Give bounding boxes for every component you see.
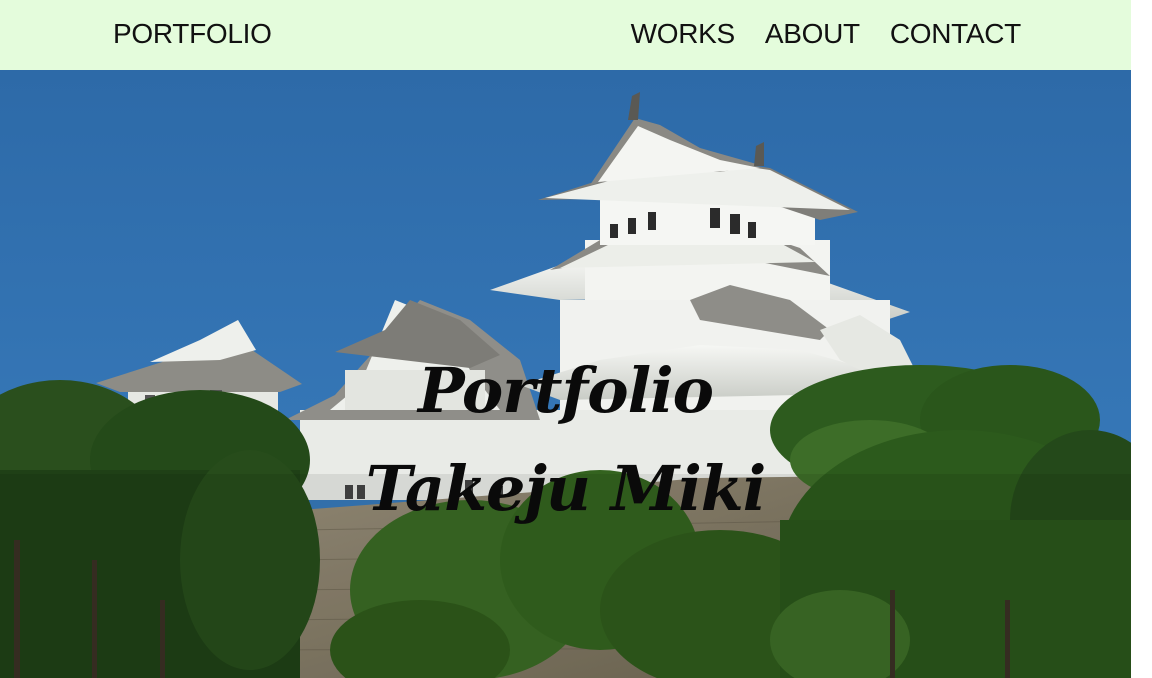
hero-section: Portfolio Takeju Miki	[0, 70, 1131, 678]
main-nav: WORKS ABOUT CONTACT	[631, 17, 1022, 51]
page-right-margin	[1131, 0, 1152, 678]
page: PORTFOLIO WORKS ABOUT CONTACT Portfolio …	[0, 0, 1131, 678]
nav-contact-link[interactable]: CONTACT	[890, 17, 1021, 51]
hero-title-line-1: Portfolio	[417, 354, 714, 427]
brand-logo-link[interactable]: PORTFOLIO	[113, 17, 272, 51]
nav-works-link[interactable]: WORKS	[631, 17, 736, 51]
site-header: PORTFOLIO WORKS ABOUT CONTACT	[0, 0, 1131, 70]
nav-about-link[interactable]: ABOUT	[765, 17, 860, 51]
hero-title-line-2: Takeju Miki	[365, 452, 767, 525]
